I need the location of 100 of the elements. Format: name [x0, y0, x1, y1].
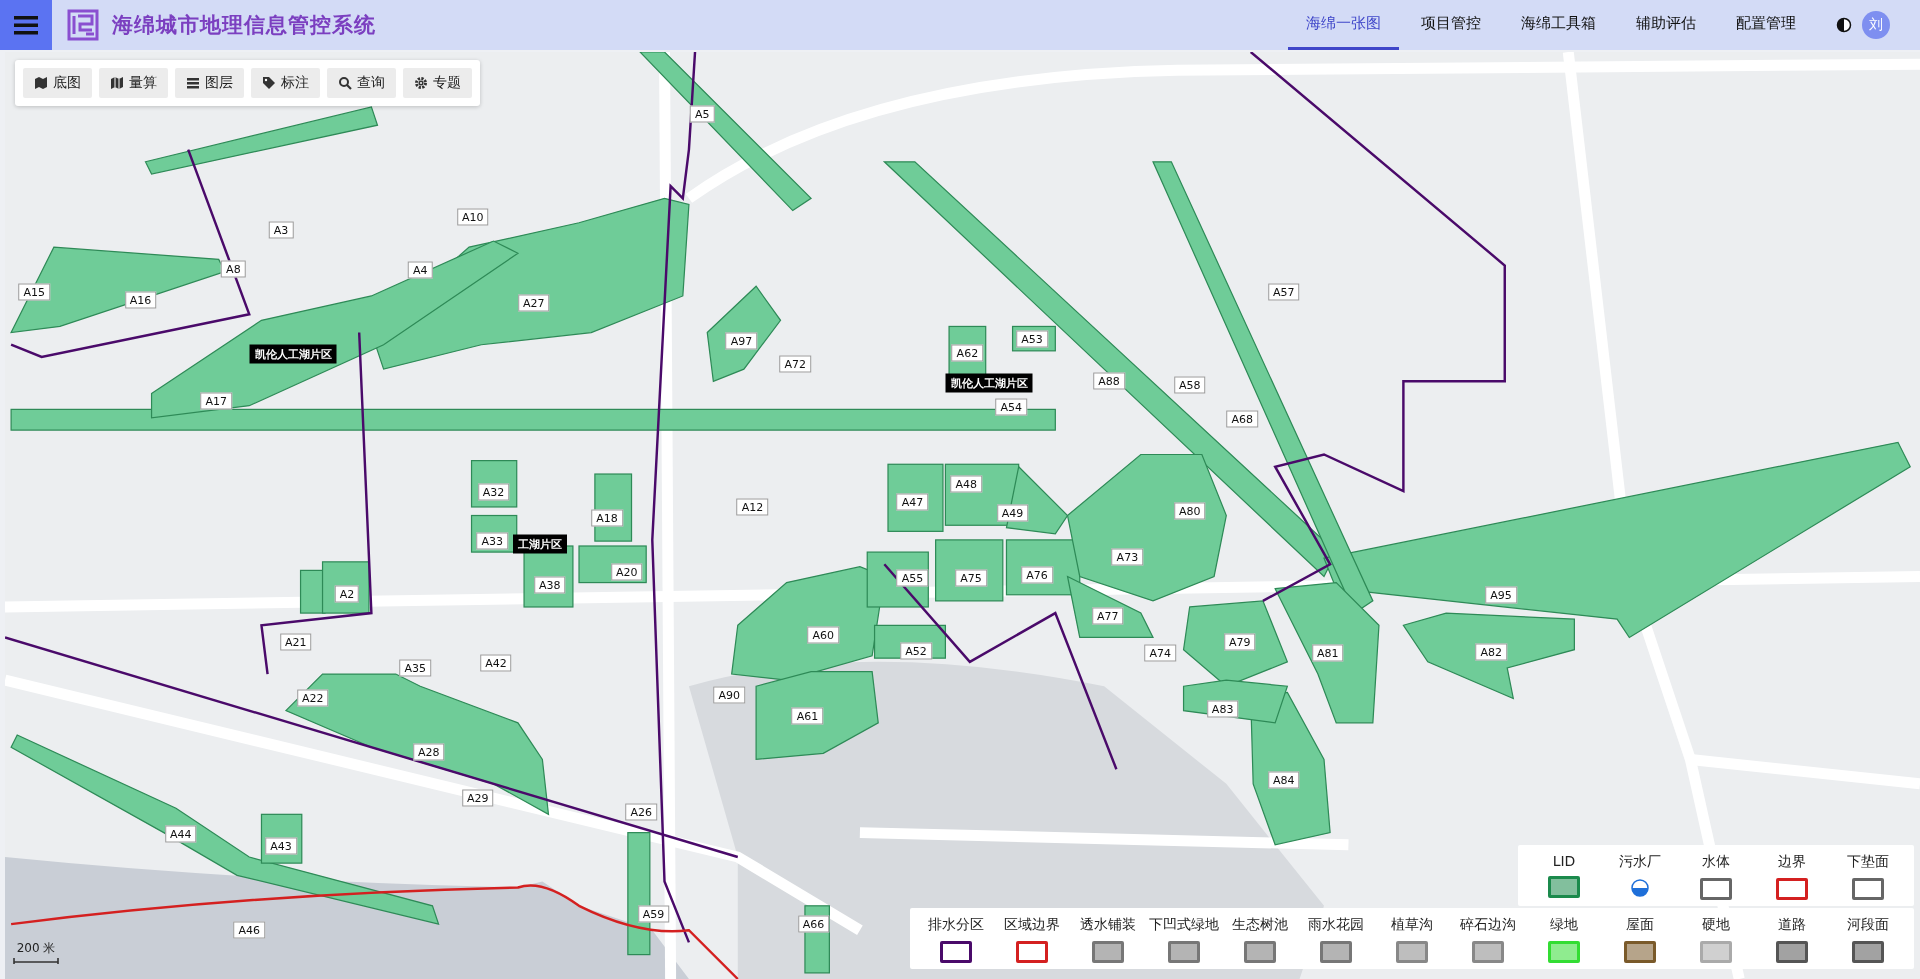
area-label[interactable]: A54 — [995, 398, 1028, 416]
area-label[interactable]: A38 — [533, 576, 566, 594]
half-circle-icon — [1630, 878, 1650, 898]
list-icon — [186, 76, 200, 90]
area-label[interactable]: A80 — [1173, 502, 1206, 520]
legend-label: 生态树池 — [1232, 916, 1288, 934]
toolbar-button[interactable]: 查询 — [327, 68, 396, 98]
legend-label: 碎石边沟 — [1460, 916, 1516, 934]
nav-tab[interactable]: 配置管理 — [1718, 0, 1814, 50]
contrast-icon[interactable] — [1836, 17, 1852, 33]
area-label[interactable]: A53 — [1016, 330, 1048, 348]
area-label[interactable]: A73 — [1111, 548, 1144, 566]
legend-label: 下垫面 — [1847, 853, 1889, 871]
area-label[interactable]: A62 — [951, 344, 984, 362]
map-icon — [110, 76, 124, 90]
toolbar-button[interactable]: 标注 — [251, 68, 320, 98]
area-label[interactable]: A12 — [736, 498, 769, 516]
area-label[interactable]: A88 — [1093, 372, 1125, 390]
area-label[interactable]: A76 — [1021, 566, 1053, 584]
area-label[interactable]: A42 — [480, 654, 512, 672]
legend-label: 雨水花园 — [1308, 916, 1364, 934]
legend-label: 透水铺装 — [1080, 916, 1136, 934]
area-label[interactable]: A61 — [791, 707, 824, 725]
nav-tab[interactable]: 辅助评估 — [1618, 0, 1714, 50]
area-label[interactable]: A58 — [1173, 376, 1206, 394]
app-title: 海绵城市地理信息管控系统 — [112, 12, 376, 39]
area-label[interactable]: A82 — [1475, 643, 1508, 661]
area-label[interactable]: A95 — [1485, 586, 1517, 604]
area-label[interactable]: A47 — [896, 493, 929, 511]
area-label[interactable]: A15 — [18, 283, 51, 301]
menu-button[interactable] — [0, 0, 52, 50]
area-label[interactable]: A81 — [1311, 644, 1344, 662]
area-label[interactable]: A55 — [896, 569, 929, 587]
legend-label: LID — [1552, 853, 1576, 869]
area-label[interactable]: A79 — [1223, 633, 1256, 651]
legend-label: 硬地 — [1702, 916, 1730, 934]
area-label[interactable]: A2 — [334, 585, 360, 603]
area-label[interactable]: A10 — [457, 208, 489, 226]
area-label[interactable]: A28 — [413, 743, 445, 761]
menu-icon — [14, 15, 38, 35]
area-label[interactable]: A74 — [1144, 644, 1177, 662]
area-label[interactable]: A21 — [279, 633, 312, 651]
area-label[interactable]: A57 — [1267, 283, 1300, 301]
area-label[interactable]: A32 — [477, 483, 510, 501]
area-label[interactable]: A75 — [955, 569, 987, 587]
area-label[interactable]: A60 — [807, 626, 840, 644]
area-label[interactable]: A20 — [610, 563, 643, 581]
area-label[interactable]: A83 — [1206, 700, 1239, 718]
area-label[interactable]: A4 — [407, 261, 433, 279]
area-label[interactable]: A52 — [900, 642, 932, 660]
toolbar-button[interactable]: 底图 — [23, 68, 92, 98]
scale-label: 200 米 — [16, 940, 56, 957]
area-label[interactable]: A17 — [200, 392, 233, 410]
legend-label: 边界 — [1778, 853, 1806, 871]
legend-label: 绿地 — [1550, 916, 1578, 934]
zone-label: 工湖片区 — [512, 534, 567, 554]
legend-label: 下凹式绿地 — [1149, 916, 1219, 934]
area-label[interactable]: A5 — [690, 105, 715, 123]
search-icon — [338, 76, 352, 90]
legend-label: 植草沟 — [1391, 916, 1433, 934]
area-label[interactable]: A8 — [221, 260, 246, 278]
area-label[interactable]: A68 — [1226, 410, 1258, 428]
area-label[interactable]: A26 — [625, 803, 658, 821]
logo-icon — [66, 8, 100, 42]
nav-tab[interactable]: 项目管控 — [1403, 0, 1499, 50]
area-label[interactable]: A16 — [124, 291, 157, 309]
area-label[interactable]: A90 — [713, 686, 745, 704]
area-label[interactable]: A66 — [797, 915, 830, 933]
scale-bar-icon — [13, 957, 59, 965]
area-label[interactable]: A72 — [779, 355, 811, 373]
area-label[interactable]: A33 — [476, 532, 509, 550]
legend-label: 区域边界 — [1004, 916, 1060, 934]
nav-tab[interactable]: 海绵工具箱 — [1503, 0, 1614, 50]
legend-label: 屋面 — [1626, 916, 1654, 934]
area-label[interactable]: A43 — [265, 837, 297, 855]
toolbar-button[interactable]: 专题 — [403, 68, 472, 98]
area-label[interactable]: A3 — [268, 221, 294, 239]
toolbar-button[interactable]: 图层 — [175, 68, 244, 98]
area-label[interactable]: A44 — [165, 825, 197, 843]
area-label[interactable]: A48 — [950, 475, 982, 493]
zone-label: 凯伦人工湖片区 — [945, 373, 1033, 393]
area-label[interactable]: A49 — [996, 504, 1029, 522]
area-label[interactable]: A35 — [399, 659, 432, 677]
area-label[interactable]: A29 — [461, 789, 494, 807]
area-label[interactable]: A27 — [518, 294, 550, 312]
area-label[interactable]: A46 — [233, 921, 265, 939]
toolbar-button[interactable]: 量算 — [99, 68, 168, 98]
legend-label: 排水分区 — [928, 916, 984, 934]
legend-label: 河段面 — [1847, 916, 1889, 934]
area-label[interactable]: A22 — [297, 689, 329, 707]
area-label[interactable]: A97 — [725, 332, 758, 350]
legend-label: 道路 — [1778, 916, 1806, 934]
map-drawing[interactable] — [5, 52, 1920, 979]
area-label[interactable]: A59 — [637, 905, 670, 923]
legend-label: 污水厂 — [1619, 853, 1661, 871]
area-label[interactable]: A77 — [1092, 607, 1124, 624]
area-label[interactable]: A84 — [1267, 771, 1300, 789]
area-label[interactable]: A18 — [591, 509, 623, 527]
tag-icon — [262, 76, 276, 90]
legend-label: 水体 — [1702, 853, 1730, 871]
